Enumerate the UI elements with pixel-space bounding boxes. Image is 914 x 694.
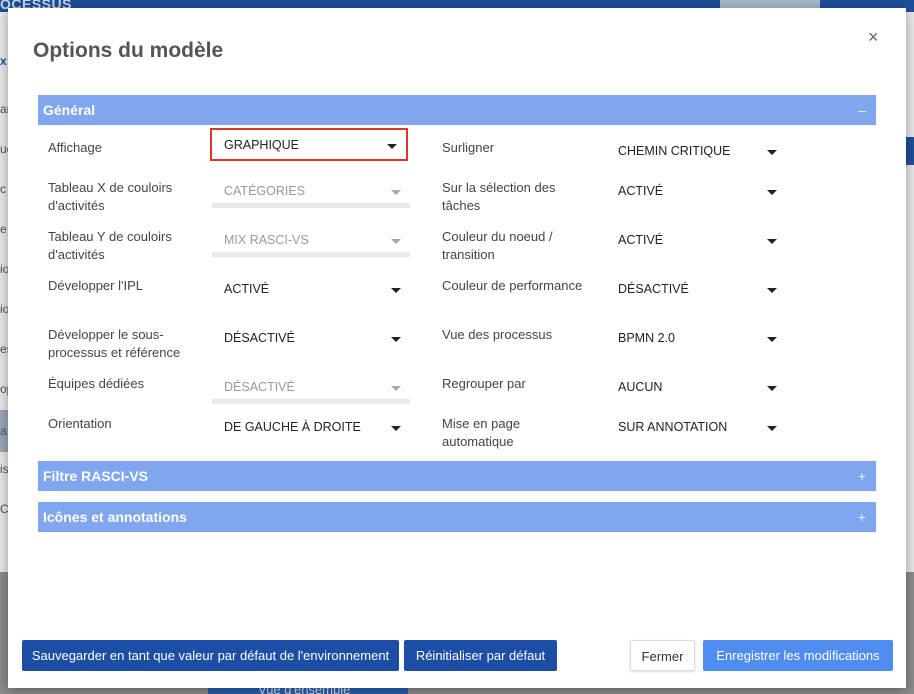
field-label-couleur-performance: Couleur de performance: [442, 278, 583, 293]
field-label-developper-sous-processus: Développer le sous-processus et référenc…: [48, 327, 181, 360]
reset-default-button[interactable]: Réinitialiser par défaut: [404, 640, 557, 671]
select-equipes-dediees: DÉSACTIVÉ: [212, 371, 410, 404]
field-label-surligner: Surligner: [442, 140, 495, 155]
field-label-affichage: Affichage: [48, 140, 102, 155]
dropdown-arrow-icon: [391, 239, 401, 244]
select-orientation[interactable]: DE GAUCHE À DROITE: [212, 411, 410, 444]
section-general-header[interactable]: Général –: [38, 95, 876, 125]
save-changes-button[interactable]: Enregistrer les modifications: [703, 640, 893, 671]
dropdown-arrow-icon: [391, 190, 401, 195]
dropdown-arrow-icon: [391, 337, 401, 342]
model-options-dialog: Options du modèle × Général – Affichage …: [8, 8, 906, 688]
select-vue-processus[interactable]: BPMN 2.0: [606, 322, 786, 355]
select-couleur-performance[interactable]: DÉSACTIVÉ: [606, 273, 786, 306]
field-label-equipes-dediees: Équipes dédiées: [48, 376, 145, 391]
select-developper-ipl[interactable]: ACTIVÉ: [212, 273, 410, 306]
section-icones-label: Icônes et annotations: [43, 509, 187, 525]
field-label-tableau-x: Tableau X de couloirs d'activités: [48, 180, 173, 213]
field-label-mise-en-page: Mise en page automatique: [442, 416, 521, 449]
section-filtre-header[interactable]: Filtre RASCI-VS +: [38, 461, 876, 491]
dropdown-arrow-icon: [767, 337, 777, 342]
dropdown-arrow-icon: [391, 288, 401, 293]
save-default-environment-button[interactable]: Sauvegarder en tant que valeur par défau…: [22, 640, 399, 671]
select-value: DÉSACTIVÉ: [224, 380, 295, 394]
background-sidebar-text: c: [0, 182, 6, 196]
select-sur-selection-taches[interactable]: ACTIVÉ: [606, 175, 786, 208]
dropdown-arrow-icon: [767, 386, 777, 391]
field-label-developper-ipl: Développer l'IPL: [48, 278, 143, 293]
dropdown-arrow-icon: [387, 144, 397, 149]
select-value: ACTIVÉ: [618, 233, 664, 247]
expand-icon[interactable]: +: [858, 461, 866, 491]
select-value: ACTIVÉ: [224, 282, 270, 296]
select-value: DE GAUCHE À DROITE: [224, 420, 361, 434]
dialog-title: Options du modèle: [33, 39, 224, 62]
collapse-icon[interactable]: –: [858, 95, 866, 125]
field-label-vue-processus: Vue des processus: [442, 327, 553, 342]
section-general-label: Général: [43, 102, 96, 118]
section-filtre-label: Filtre RASCI-VS: [43, 468, 149, 484]
select-value: CATÉGORIES: [224, 184, 306, 198]
dropdown-arrow-icon: [391, 426, 401, 431]
select-value: MIX RASCI-VS: [224, 233, 309, 247]
select-affichage[interactable]: GRAPHIQUE: [210, 128, 408, 161]
expand-icon[interactable]: +: [858, 502, 866, 532]
select-value: DÉSACTIVÉ: [224, 331, 295, 345]
select-regrouper-par[interactable]: AUCUN: [606, 371, 786, 404]
select-mise-en-page[interactable]: SUR ANNOTATION: [606, 411, 786, 444]
field-label-regrouper-par: Regrouper par: [442, 376, 526, 391]
select-tableau-x: CATÉGORIES: [212, 175, 410, 208]
select-value: SUR ANNOTATION: [618, 420, 728, 434]
select-value: GRAPHIQUE: [224, 138, 300, 152]
field-label-sur-selection-taches: Sur la sélection des tâches: [442, 180, 556, 213]
select-surligner[interactable]: CHEMIN CRITIQUE: [606, 135, 786, 168]
select-value: BPMN 2.0: [618, 331, 675, 345]
select-value: AUCUN: [618, 380, 663, 394]
background-right-block: [906, 137, 914, 165]
select-couleur-noeud[interactable]: ACTIVÉ: [606, 224, 786, 257]
section-icones-header[interactable]: Icônes et annotations +: [38, 502, 876, 532]
select-value: CHEMIN CRITIQUE: [618, 144, 731, 158]
field-label-orientation: Orientation: [48, 416, 112, 431]
close-button[interactable]: Fermer: [630, 640, 695, 671]
select-tableau-y: MIX RASCI-VS: [212, 224, 410, 257]
select-value: DÉSACTIVÉ: [618, 282, 689, 296]
dropdown-arrow-icon: [767, 150, 777, 155]
dropdown-arrow-icon: [767, 426, 777, 431]
close-icon[interactable]: ×: [868, 28, 879, 46]
background-sidebar-text: x: [0, 54, 7, 68]
dropdown-arrow-icon: [767, 239, 777, 244]
select-developper-sous-processus[interactable]: DÉSACTIVÉ: [212, 322, 410, 355]
select-value: ACTIVÉ: [618, 184, 664, 198]
dropdown-arrow-icon: [767, 190, 777, 195]
field-label-couleur-noeud: Couleur du noeud / transition: [442, 229, 553, 262]
background-sidebar-text: a: [0, 424, 7, 438]
field-label-tableau-y: Tableau Y de couloirs d'activités: [48, 229, 172, 262]
dropdown-arrow-icon: [767, 288, 777, 293]
background-sidebar-text: e: [0, 222, 7, 236]
dropdown-arrow-icon: [391, 386, 401, 391]
